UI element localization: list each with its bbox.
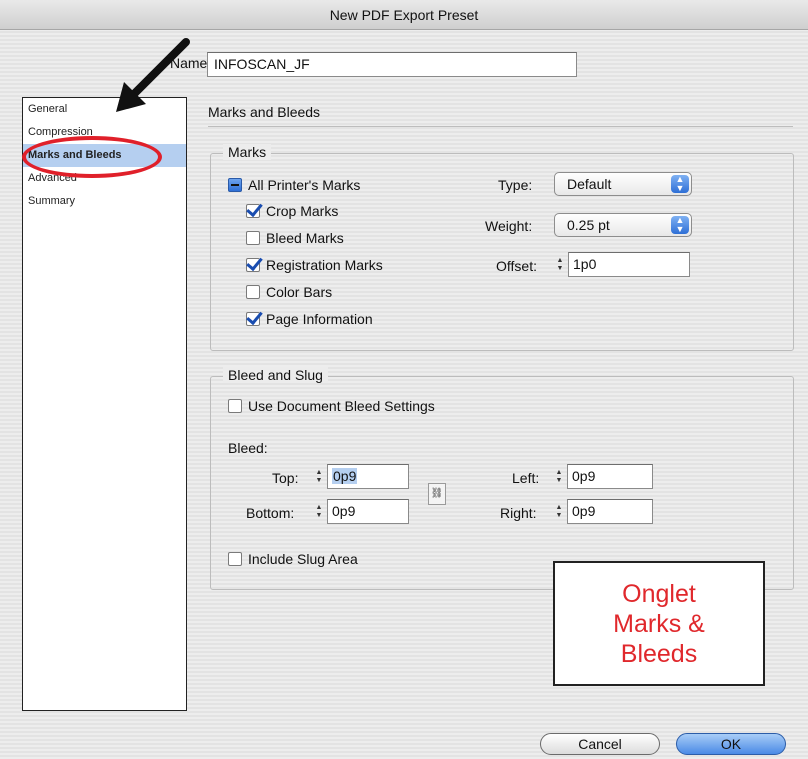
checkbox-unchecked-icon xyxy=(228,399,242,413)
top-field: ▲ ▼ 0p9 xyxy=(312,464,409,489)
sidebar-item-summary[interactable]: Summary xyxy=(23,190,186,213)
stepper-arrows-icon[interactable]: ▲ ▼ xyxy=(553,255,567,275)
bleed-left-input[interactable]: 0p9 xyxy=(567,464,653,489)
all-printers-marks-label: All Printer's Marks xyxy=(248,177,361,193)
crop-marks-label: Crop Marks xyxy=(266,203,339,219)
bleed-marks-label: Bleed Marks xyxy=(266,230,344,246)
window-title-bar: New PDF Export Preset xyxy=(0,0,808,30)
bleed-and-slug-group-label: Bleed and Slug xyxy=(223,367,328,383)
weight-label: Weight: xyxy=(485,218,533,234)
right-field: ▲ ▼ 0p9 xyxy=(552,499,653,524)
top-label: Top: xyxy=(272,470,299,486)
right-label: Right: xyxy=(500,505,537,521)
checkbox-unchecked-icon xyxy=(246,285,260,299)
use-document-bleed-checkbox[interactable]: Use Document Bleed Settings xyxy=(228,398,435,414)
annotation-line-3: Bleeds xyxy=(620,640,698,668)
bleed-label: Bleed: xyxy=(228,440,268,456)
annotation-line-1: Onglet xyxy=(622,580,696,608)
left-field: ▲ ▼ 0p9 xyxy=(552,464,653,489)
checkbox-checked-icon xyxy=(246,258,260,272)
preset-name-input[interactable]: INFOSCAN_JF xyxy=(207,52,577,77)
pointer-arrow-icon xyxy=(116,38,190,112)
mixed-checkbox-icon xyxy=(228,178,242,192)
annotation-box: Onglet Marks & Bleeds xyxy=(553,561,765,686)
bleed-top-input[interactable]: 0p9 xyxy=(327,464,409,489)
checkbox-checked-icon xyxy=(246,204,260,218)
bleed-marks-checkbox[interactable]: Bleed Marks xyxy=(246,230,344,246)
link-chain-icon[interactable]: ⛓ xyxy=(428,483,446,505)
bleed-bottom-input[interactable]: 0p9 xyxy=(327,499,409,524)
popup-arrows-icon: ▲ ▼ xyxy=(671,175,689,193)
left-label: Left: xyxy=(512,470,540,486)
bleed-top-value: 0p9 xyxy=(332,468,358,484)
registration-marks-checkbox[interactable]: Registration Marks xyxy=(246,257,383,273)
include-slug-area-checkbox[interactable]: Include Slug Area xyxy=(228,551,358,567)
title-divider xyxy=(208,126,793,127)
panel-title: Marks and Bleeds xyxy=(208,104,321,120)
offset-label: Offset: xyxy=(496,258,537,274)
stepper-arrows-icon[interactable]: ▲ ▼ xyxy=(312,502,326,522)
offset-input[interactable]: 1p0 xyxy=(568,252,690,277)
type-select[interactable]: Default ▲ ▼ xyxy=(554,172,692,196)
offset-field: ▲ ▼ 1p0 xyxy=(553,252,690,277)
highlight-oval xyxy=(22,136,162,178)
checkbox-unchecked-icon xyxy=(246,231,260,245)
stepper-arrows-icon[interactable]: ▲ ▼ xyxy=(312,467,326,487)
page-information-label: Page Information xyxy=(266,311,373,327)
bottom-field: ▲ ▼ 0p9 xyxy=(312,499,409,524)
include-slug-area-label: Include Slug Area xyxy=(248,551,358,567)
bleed-right-input[interactable]: 0p9 xyxy=(567,499,653,524)
use-document-bleed-label: Use Document Bleed Settings xyxy=(248,398,435,414)
weight-select[interactable]: 0.25 pt ▲ ▼ xyxy=(554,213,692,237)
window-title: New PDF Export Preset xyxy=(329,7,479,23)
weight-value: 0.25 pt xyxy=(567,217,610,233)
registration-marks-label: Registration Marks xyxy=(266,257,383,273)
category-list: General Compression Marks and Bleeds Adv… xyxy=(22,97,187,711)
page-information-checkbox[interactable]: Page Information xyxy=(246,311,373,327)
stepper-arrows-icon[interactable]: ▲ ▼ xyxy=(552,467,566,487)
ok-button[interactable]: OK xyxy=(676,733,786,755)
annotation-line-2: Marks & xyxy=(613,610,705,638)
popup-arrows-icon: ▲ ▼ xyxy=(671,216,689,234)
cancel-button[interactable]: Cancel xyxy=(540,733,660,755)
stepper-arrows-icon[interactable]: ▲ ▼ xyxy=(552,502,566,522)
all-printers-marks-checkbox[interactable]: All Printer's Marks xyxy=(228,177,360,193)
checkbox-checked-icon xyxy=(246,312,260,326)
marks-group-label: Marks xyxy=(223,144,272,160)
type-value: Default xyxy=(567,176,612,192)
color-bars-label: Color Bars xyxy=(266,284,333,300)
bottom-label: Bottom: xyxy=(246,505,295,521)
type-label: Type: xyxy=(498,177,533,193)
crop-marks-checkbox[interactable]: Crop Marks xyxy=(246,203,338,219)
color-bars-checkbox[interactable]: Color Bars xyxy=(246,284,332,300)
checkbox-unchecked-icon xyxy=(228,552,242,566)
